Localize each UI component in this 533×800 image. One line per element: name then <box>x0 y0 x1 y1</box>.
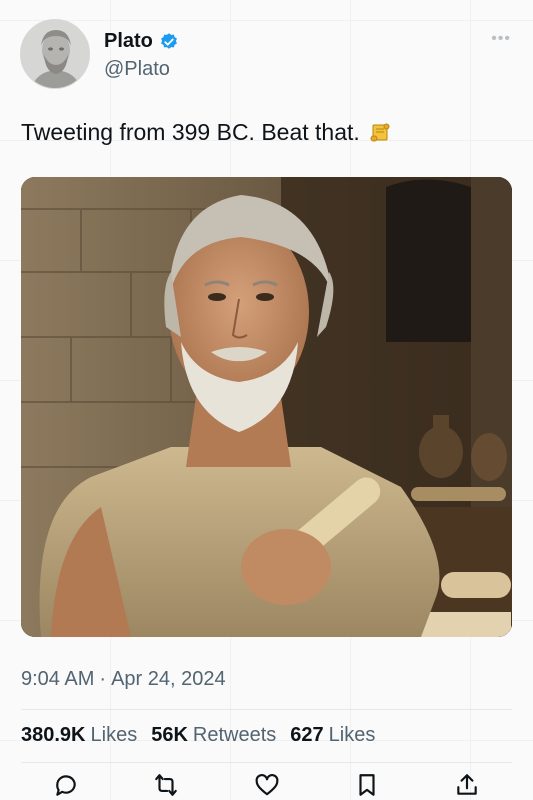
retweet-button[interactable] <box>140 772 192 800</box>
stat-likes-secondary[interactable]: 627 Likes <box>290 724 375 747</box>
tweet-image[interactable] <box>21 177 512 637</box>
share-button[interactable] <box>441 772 493 800</box>
display-name[interactable]: Plato <box>104 30 153 53</box>
bust-avatar-icon <box>21 20 89 88</box>
stat-retweets[interactable]: 56K Retweets <box>151 724 276 747</box>
stat-label: Likes <box>90 724 138 746</box>
stat-value: 627 <box>290 724 324 746</box>
retweet-icon <box>155 774 178 796</box>
philosopher-portrait-image <box>21 177 512 637</box>
engagement-stats: 380.9K Likes 56K Retweets 627 Likes <box>21 724 375 747</box>
action-bar <box>40 772 493 800</box>
author-handle[interactable]: @Plato <box>104 58 170 81</box>
like-icon <box>255 773 278 796</box>
tweet-card: Plato @Plato ••• Tweeting from 399 BC. B… <box>0 0 533 800</box>
verified-badge-icon <box>160 32 177 49</box>
bookmark-icon <box>359 774 375 796</box>
stat-label: Retweets <box>192 724 277 746</box>
tweet-text-content: Tweeting from 399 BC. Beat that. <box>21 119 360 145</box>
divider-bottom <box>21 762 512 763</box>
timestamp-separator: · <box>99 668 107 690</box>
avatar[interactable] <box>20 19 90 89</box>
stat-value: 56K <box>151 724 188 746</box>
reply-icon <box>56 775 76 796</box>
tweet-time: 9:04 AM <box>21 668 95 690</box>
stat-label: Likes <box>328 724 376 746</box>
tweet-text: Tweeting from 399 BC. Beat that. <box>21 119 501 146</box>
like-button[interactable] <box>241 772 293 800</box>
tweet-timestamp[interactable]: 9:04 AM · Apr 24, 2024 <box>21 668 226 691</box>
author-name-row[interactable]: Plato <box>104 30 179 53</box>
stat-value: 380.9K <box>21 724 86 746</box>
tweet-date: Apr 24, 2024 <box>111 668 226 690</box>
scroll-emoji-icon <box>370 123 390 141</box>
stat-likes[interactable]: 380.9K Likes <box>21 724 137 747</box>
divider-top <box>21 709 512 710</box>
reply-button[interactable] <box>40 772 92 800</box>
bookmark-button[interactable] <box>341 772 393 800</box>
share-icon <box>457 774 477 795</box>
more-options-icon[interactable]: ••• <box>491 30 511 48</box>
